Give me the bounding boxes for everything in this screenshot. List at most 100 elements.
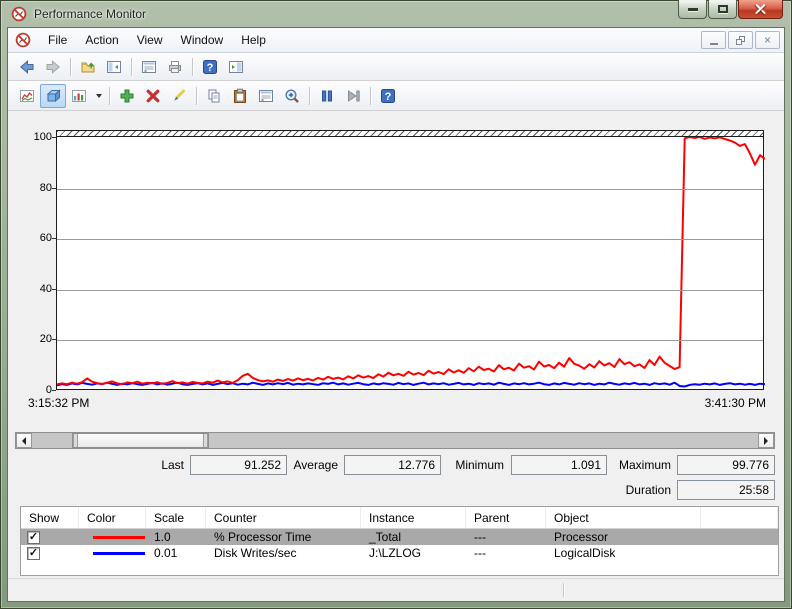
status-bar-separator — [563, 583, 564, 597]
minimize-icon — [687, 7, 698, 11]
forward-button[interactable] — [40, 55, 66, 79]
graph-type-icon — [71, 88, 87, 104]
toolbar-separator — [131, 57, 132, 76]
duration-value: 25:58 — [677, 480, 775, 500]
menu-items: File Action View Window Help — [39, 31, 275, 49]
export-list-button[interactable] — [136, 55, 162, 79]
column-header-color[interactable]: Color — [79, 507, 146, 528]
add-counter-button[interactable] — [114, 84, 140, 108]
scale-cell: 1.0 — [154, 530, 171, 544]
menu-item-help[interactable]: Help — [232, 29, 275, 51]
instance-cell: _Total — [369, 530, 402, 544]
delete-counter-button[interactable] — [140, 84, 166, 108]
scroll-left-button[interactable] — [16, 433, 32, 448]
properties-dialog-icon — [258, 88, 274, 104]
scrollbar-thumb[interactable] — [72, 433, 209, 448]
help-button[interactable]: ? — [375, 84, 401, 108]
show-checkbox[interactable]: ✓ — [27, 530, 40, 544]
column-header-object[interactable]: Object — [546, 507, 701, 528]
thumb-left-grip[interactable] — [73, 434, 78, 447]
up-one-level-button[interactable] — [75, 55, 101, 79]
table-header-row: Show Color Scale Counter Instance Parent Objec… — [21, 507, 778, 529]
maximize-icon — [717, 5, 728, 13]
close-button[interactable] — [738, 0, 783, 19]
toolbar-separator — [192, 57, 193, 76]
counter-row--processor-time[interactable]: ✓ 1.0 % Processor Time _Total --- Processor — [21, 529, 778, 545]
delete-x-icon — [145, 88, 161, 104]
mdi-close-button[interactable]: × — [755, 31, 780, 49]
change-graph-type-button[interactable] — [66, 84, 92, 108]
mdi-minimize-icon — [709, 42, 718, 45]
folder-up-icon — [80, 59, 96, 75]
gridline — [57, 239, 763, 241]
maximum-label: Maximum — [618, 458, 671, 472]
mdi-minimize-button[interactable] — [701, 31, 726, 49]
pause-icon — [319, 88, 335, 104]
toolbar-separator — [370, 86, 371, 105]
menu-item-file[interactable]: File — [39, 29, 76, 51]
window-controls — [678, 0, 783, 19]
show-checkbox[interactable]: ✓ — [27, 546, 40, 560]
perfmon-menu-icon — [15, 32, 31, 48]
menu-item-action[interactable]: Action — [76, 29, 127, 51]
y-axis-tick-label: 40 — [39, 282, 52, 295]
graph-type-dropdown-button[interactable] — [92, 84, 105, 108]
show-hide-console-tree-button[interactable] — [101, 55, 127, 79]
column-header-show[interactable]: Show — [21, 507, 79, 528]
column-header-parent[interactable]: Parent — [466, 507, 546, 528]
action-pane-icon — [228, 59, 244, 75]
column-header-counter[interactable]: Counter — [206, 507, 361, 528]
menu-item-window[interactable]: Window — [172, 29, 233, 51]
zoom-magnifier-icon — [284, 88, 300, 104]
minimize-button[interactable] — [678, 0, 707, 19]
help-icon: ? — [202, 59, 218, 75]
thumb-right-grip[interactable] — [203, 434, 208, 447]
y-axis-tick-label: 100 — [33, 131, 52, 143]
performance-monitor-window: Performance Monitor File Action View Window… — [0, 0, 792, 609]
step-forward-icon — [345, 88, 361, 104]
counter-cell: Disk Writes/sec — [214, 546, 297, 560]
toolbar-separator — [109, 86, 110, 105]
maximum-value: 99.776 — [677, 455, 775, 475]
counter-row-disk-writes-sec[interactable]: ✓ 0.01 Disk Writes/sec J:\LZLOG --- LogicalDi… — [21, 545, 778, 561]
maximize-button[interactable] — [708, 0, 737, 19]
column-header-scale[interactable]: Scale — [146, 507, 206, 528]
properties-dialog-icon — [141, 59, 157, 75]
zoom-button[interactable] — [279, 84, 305, 108]
menu-item-view[interactable]: View — [128, 29, 172, 51]
copy-icon — [206, 88, 222, 104]
view-log-data-button[interactable] — [40, 83, 66, 108]
close-icon — [754, 3, 767, 16]
time-end-label: 3:41:30 PM — [704, 396, 766, 410]
y-axis-tick-label: 80 — [39, 181, 52, 194]
time-range-scrollbar[interactable] — [15, 432, 775, 449]
scroll-right-button[interactable] — [758, 433, 774, 448]
toolbar-separator — [196, 86, 197, 105]
freeze-display-button[interactable] — [314, 84, 340, 108]
paste-counter-list-button[interactable] — [227, 84, 253, 108]
update-data-button[interactable] — [340, 84, 366, 108]
titlebar[interactable]: Performance Monitor — [0, 0, 792, 28]
properties-button[interactable] — [253, 84, 279, 108]
highlight-button[interactable] — [166, 84, 192, 108]
back-button[interactable] — [14, 55, 40, 79]
log-cube-icon — [45, 88, 61, 104]
mdi-restore-button[interactable] — [728, 31, 753, 49]
graph-pane: 0 20 40 60 80 100 3:15:32 PM 3:41:30 PM Last … — [8, 111, 784, 601]
view-current-activity-button[interactable] — [14, 84, 40, 108]
standard-toolbar: ? — [8, 53, 784, 81]
menu-bar: File Action View Window Help × — [8, 28, 784, 53]
minimum-label: Minimum — [455, 458, 504, 472]
copy-properties-button[interactable] — [201, 84, 227, 108]
perfmon-toolbar: ? — [8, 81, 784, 111]
show-hide-action-pane-button[interactable] — [223, 55, 249, 79]
print-button[interactable] — [162, 55, 188, 79]
column-header-instance[interactable]: Instance — [361, 507, 466, 528]
counter-legend-table: Show Color Scale Counter Instance Parent Objec… — [20, 506, 779, 576]
status-bar — [8, 578, 784, 601]
column-header-filler — [701, 507, 778, 528]
instance-cell: J:\LZLOG — [369, 546, 422, 560]
paste-icon — [232, 88, 248, 104]
window-title: Performance Monitor — [34, 7, 147, 21]
help-button[interactable]: ? — [197, 55, 223, 79]
